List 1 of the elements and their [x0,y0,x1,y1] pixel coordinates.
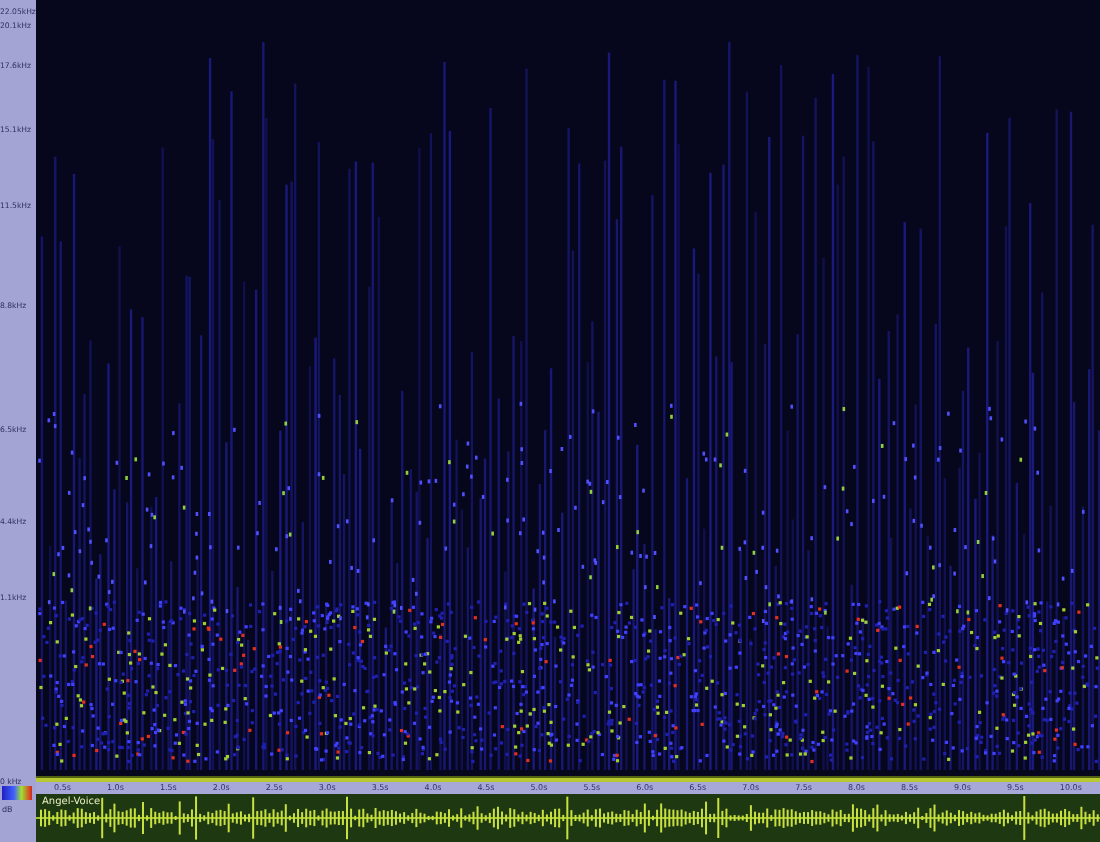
color-scale-icon [2,786,32,800]
